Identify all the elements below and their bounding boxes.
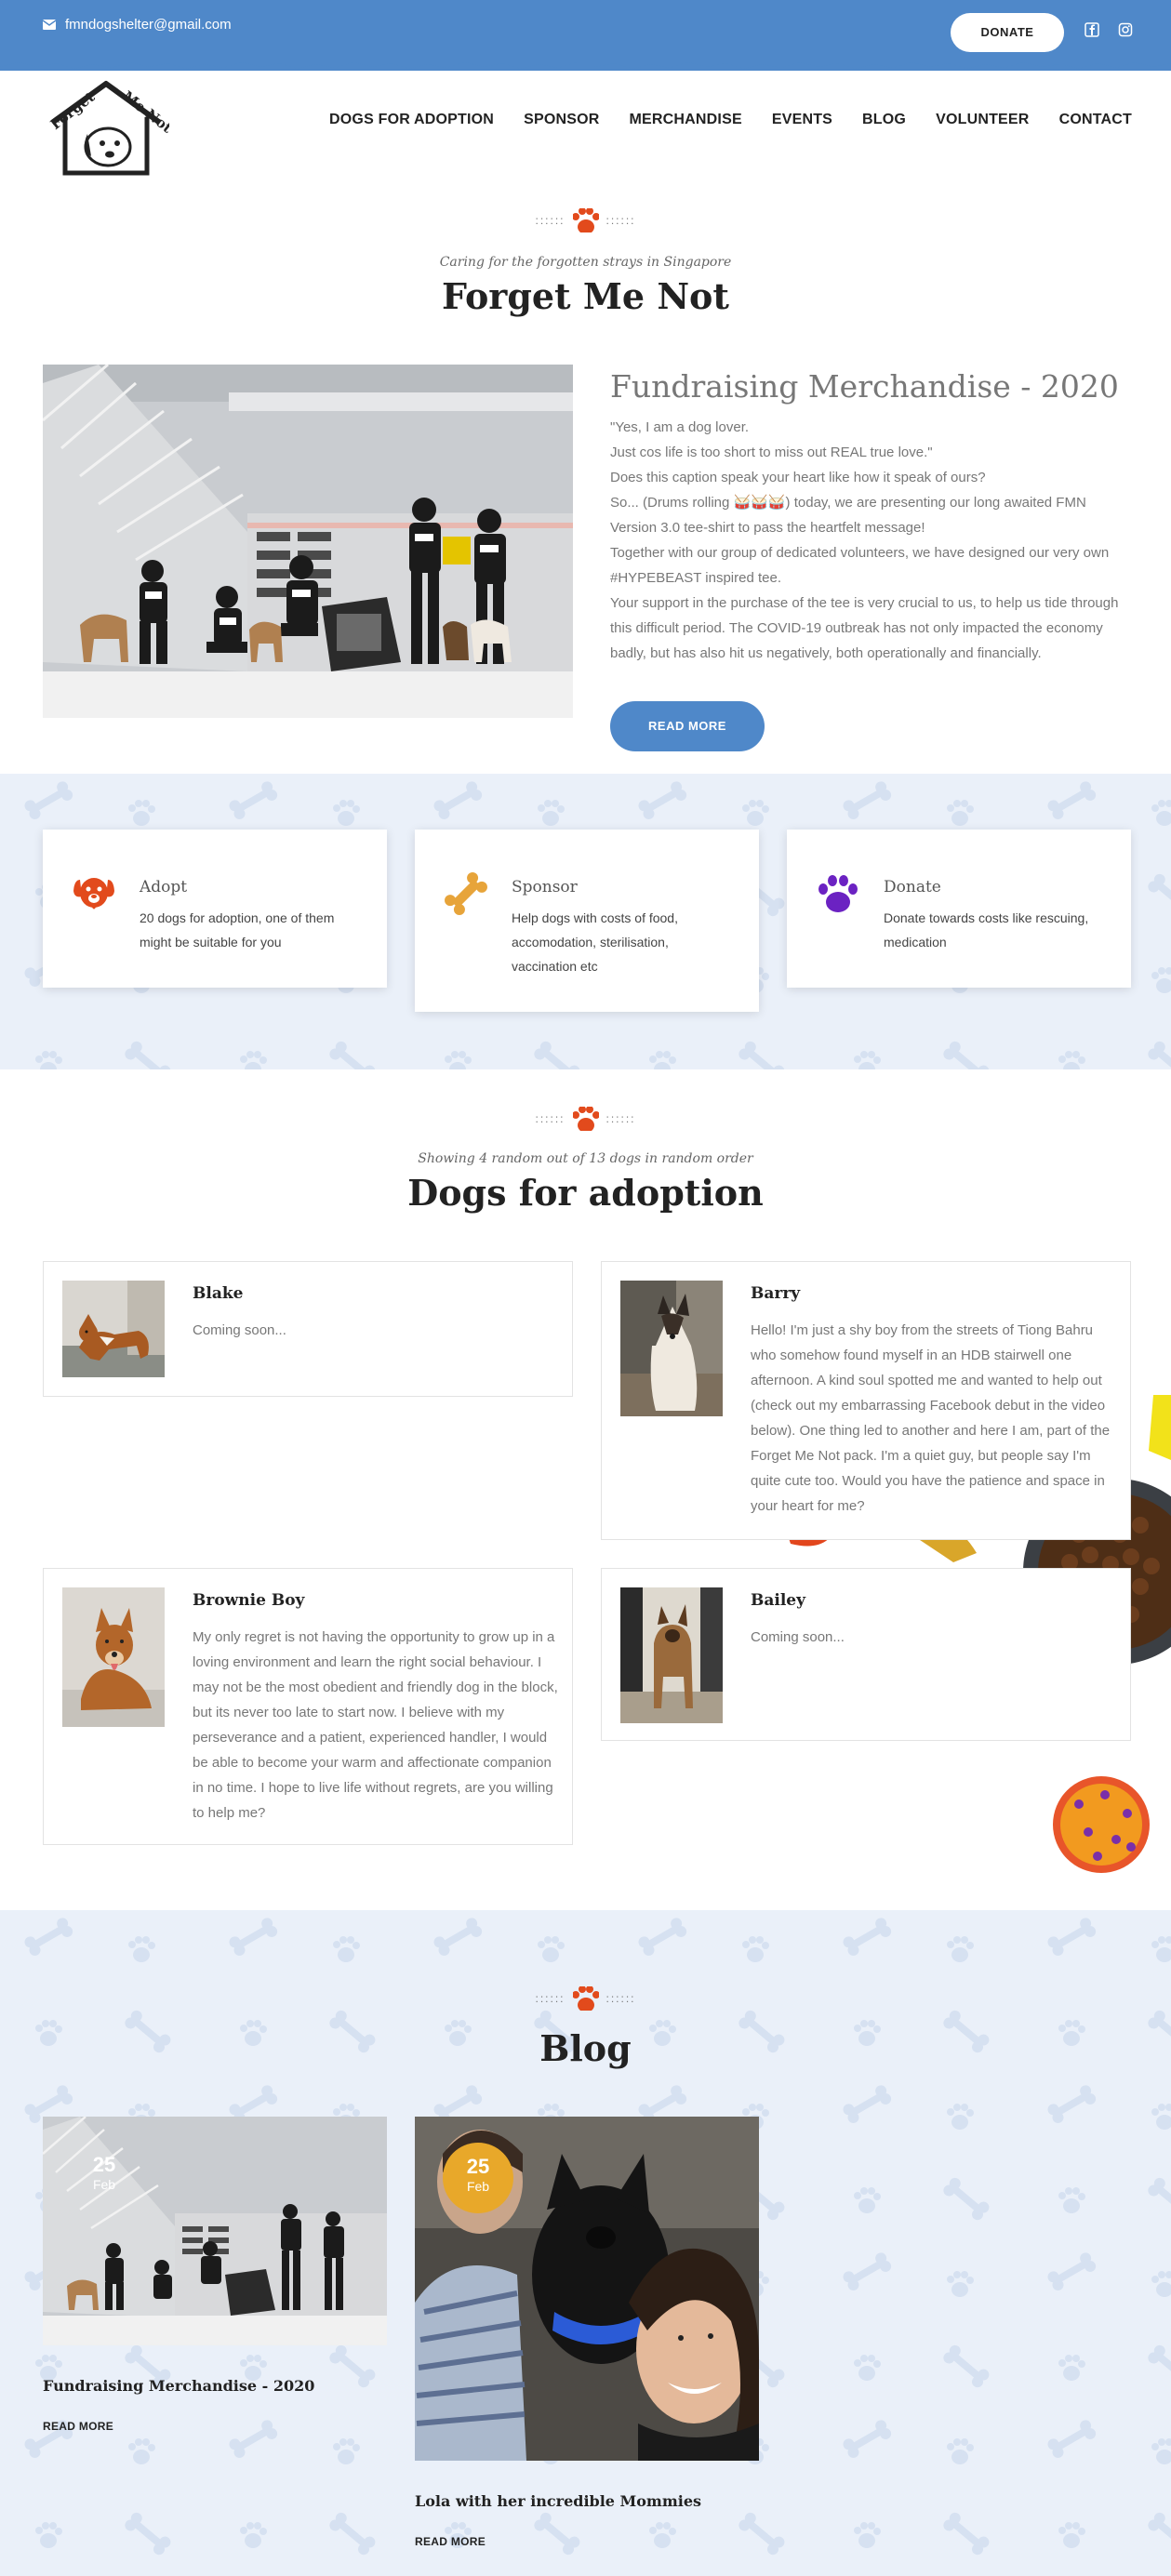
dog-card-bailey[interactable]: Bailey Coming soon... — [601, 1568, 1131, 1741]
adoption-title: Dogs for adoption — [407, 1172, 764, 1214]
dog-description: My only regret is not having the opportu… — [193, 1629, 558, 1821]
paw-divider: :::::: :::::: — [0, 1986, 1171, 2011]
dog-description: Hello! I'm just a shy boy from the stree… — [751, 1322, 1111, 1514]
paw-icon — [572, 1986, 599, 2011]
email-text: fmndogshelter@gmail.com — [65, 17, 232, 33]
paw-icon — [572, 208, 599, 232]
adoption-tagline: Showing 4 random out of 13 dogs in rando… — [418, 1151, 753, 1166]
paw-icon — [572, 1107, 599, 1131]
nav-events[interactable]: EVENTS — [772, 112, 832, 128]
date-month: Feb — [92, 2177, 116, 2192]
intro-title: Forget Me Not — [442, 275, 729, 317]
paw-divider: :::::: :::::: — [0, 208, 1171, 232]
site-logo[interactable]: Forget Me Not — [43, 76, 169, 177]
dog-photo — [620, 1281, 723, 1416]
feature-text: 20 dogs for adoption, one of them might … — [140, 910, 335, 949]
feature-title: Donate — [884, 878, 941, 896]
excerpt-line: "Yes, I am a dog lover. — [610, 419, 750, 435]
blog-read-more-link[interactable]: READ MORE — [415, 2535, 486, 2548]
feature-text: Help dogs with costs of food, accomodati… — [512, 910, 678, 974]
dog-photo — [620, 1587, 723, 1723]
nav-sponsor[interactable]: SPONSOR — [524, 112, 599, 128]
dog-card-barry[interactable]: Barry Hello! I'm just a shy boy from the… — [601, 1261, 1131, 1540]
excerpt-line: Does this caption speak your heart like … — [610, 470, 986, 485]
torn-edge — [0, 56, 1171, 69]
paw-divider: :::::: :::::: — [0, 1107, 1171, 1131]
nav-blog[interactable]: BLOG — [862, 112, 906, 128]
feature-title: Adopt — [140, 878, 188, 896]
blog-title: Blog — [539, 2027, 632, 2069]
excerpt-line: So... (Drums rolling 🥁🥁🥁) today, we are … — [610, 495, 1086, 536]
blog-read-more-link[interactable]: READ MORE — [43, 2420, 113, 2433]
dog-description: Coming soon... — [751, 1629, 845, 1645]
donate-button[interactable]: DONATE — [951, 13, 1064, 52]
main-nav: DOGS FOR ADOPTION SPONSOR MERCHANDISE EV… — [329, 112, 1132, 128]
blog-post-title[interactable]: Fundraising Merchandise - 2020 — [43, 2377, 314, 2395]
excerpt-line: Your support in the purchase of the tee … — [610, 595, 1119, 661]
feature-card-donate[interactable]: Donate Donate towards costs like rescuin… — [787, 830, 1131, 988]
date-month: Feb — [466, 2179, 490, 2194]
date-badge: 25 Feb — [443, 2143, 513, 2213]
dog-card-blake[interactable]: Blake Coming soon... — [43, 1261, 573, 1397]
blog-post-title[interactable]: Lola with her incredible Mommies — [415, 2492, 701, 2510]
date-day: 25 — [466, 2155, 490, 2178]
feature-text: Donate towards costs like rescuing, medi… — [884, 910, 1089, 949]
dog-photo — [62, 1587, 165, 1727]
feature-card-sponsor[interactable]: Sponsor Help dogs with costs of food, ac… — [415, 830, 759, 1012]
nav-dogs-for-adoption[interactable]: DOGS FOR ADOPTION — [329, 112, 494, 128]
bone-icon — [445, 872, 487, 915]
svg-text:Me Not: Me Not — [119, 87, 169, 136]
dog-card-brownie-boy[interactable]: Brownie Boy My only regret is not having… — [43, 1568, 573, 1845]
dog-name[interactable]: Blake — [193, 1284, 243, 1303]
facebook-icon[interactable] — [1085, 22, 1099, 37]
featured-excerpt: "Yes, I am a dog lover. Just cos life is… — [610, 415, 1133, 666]
nav-volunteer[interactable]: VOLUNTEER — [936, 112, 1029, 128]
feature-title: Sponsor — [512, 878, 578, 896]
dog-name[interactable]: Brownie Boy — [193, 1591, 304, 1610]
nav-contact[interactable]: CONTACT — [1059, 112, 1132, 128]
dog-name[interactable]: Barry — [751, 1284, 800, 1303]
date-day: 25 — [92, 2153, 116, 2176]
svg-text:Forget: Forget — [47, 88, 98, 133]
featured-title[interactable]: Fundraising Merchandise - 2020 — [610, 368, 1119, 405]
dog-photo — [62, 1281, 165, 1377]
nav-merchandise[interactable]: MERCHANDISE — [630, 112, 742, 128]
featured-read-more-button[interactable]: READ MORE — [610, 701, 765, 751]
excerpt-line: Together with our group of dedicated vol… — [610, 545, 1110, 586]
instagram-icon[interactable] — [1118, 22, 1133, 37]
intro-tagline: Caring for the forgotten strays in Singa… — [439, 255, 732, 270]
envelope-icon — [43, 20, 56, 30]
paw-icon — [818, 875, 858, 912]
email-link[interactable]: fmndogshelter@gmail.com — [43, 17, 232, 33]
dog-face-icon — [73, 878, 114, 910]
date-badge: 25 Feb — [69, 2141, 140, 2211]
featured-image[interactable] — [43, 365, 573, 718]
dog-description: Coming soon... — [193, 1322, 286, 1338]
dog-name[interactable]: Bailey — [751, 1591, 805, 1610]
excerpt-line: Just cos life is too short to miss out R… — [610, 445, 933, 460]
feature-card-adopt[interactable]: Adopt 20 dogs for adoption, one of them … — [43, 830, 387, 988]
